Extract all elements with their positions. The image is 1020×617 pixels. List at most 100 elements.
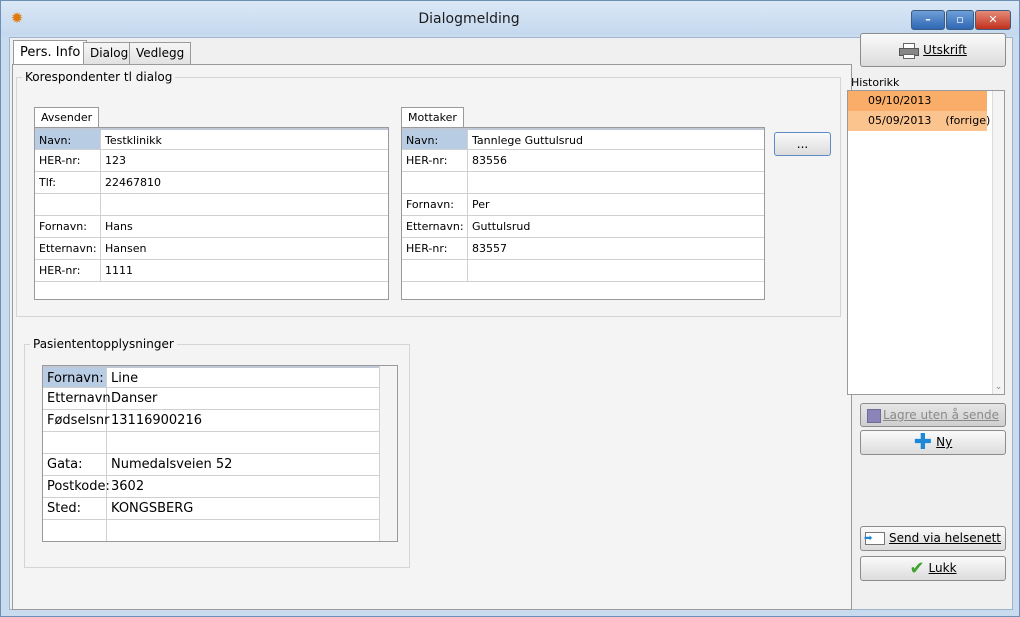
row-value[interactable]: 83557 bbox=[468, 238, 764, 259]
row-value[interactable]: 83556 bbox=[468, 150, 764, 171]
row-value[interactable]: Guttulsrud bbox=[468, 216, 764, 237]
row-value[interactable]: Hansen bbox=[101, 238, 388, 259]
row-value[interactable] bbox=[468, 172, 764, 193]
row-value[interactable] bbox=[107, 432, 379, 453]
table-row[interactable] bbox=[35, 194, 388, 216]
plus-icon: ✚ bbox=[913, 429, 933, 455]
row-label: Fornavn: bbox=[35, 216, 101, 237]
row-label: HER-nr: bbox=[35, 150, 101, 171]
table-row[interactable]: HER-nr: 1111 bbox=[35, 260, 388, 282]
table-row[interactable]: Etternavn: Guttulsrud bbox=[402, 216, 764, 238]
table-row[interactable]: Fornavn: Line bbox=[43, 366, 379, 388]
browse-button[interactable]: ... bbox=[774, 132, 831, 156]
row-value[interactable]: 1111 bbox=[101, 260, 388, 281]
lukk-label: Lukk bbox=[928, 561, 957, 575]
window-title: Dialogmelding bbox=[418, 11, 520, 27]
row-value[interactable]: KONGSBERG bbox=[107, 498, 379, 519]
table-row[interactable] bbox=[402, 172, 764, 194]
row-label: HER-nr: bbox=[402, 238, 468, 259]
lagre-label: Lagre uten å sende bbox=[882, 408, 1000, 422]
table-row[interactable]: Fornavn: Hans bbox=[35, 216, 388, 238]
table-row[interactable] bbox=[43, 432, 379, 454]
ny-label: Ny bbox=[936, 435, 953, 449]
table-row[interactable] bbox=[402, 260, 764, 282]
row-label bbox=[43, 432, 107, 453]
korrespondenter-title: Korespondenter tl dialog bbox=[22, 70, 176, 84]
table-row[interactable]: Navn: Testklinikk bbox=[35, 128, 388, 150]
row-value[interactable] bbox=[107, 520, 379, 541]
row-label bbox=[402, 260, 468, 281]
row-label: Navn: bbox=[35, 130, 101, 149]
table-row[interactable]: Postkode: 3602 bbox=[43, 476, 379, 498]
tab-vedlegg[interactable]: Vedlegg bbox=[129, 42, 192, 64]
row-value[interactable]: Hans bbox=[101, 216, 388, 237]
row-label: Fornavn: bbox=[402, 194, 468, 215]
pasient-title: Pasiententopplysninger bbox=[30, 337, 177, 351]
table-row[interactable]: HER-nr: 123 bbox=[35, 150, 388, 172]
row-value[interactable] bbox=[101, 194, 388, 215]
pasient-grid: Fornavn: Line Etternavn Danser Fødselsnr 1311… bbox=[42, 365, 398, 542]
table-row[interactable]: Fornavn: Per bbox=[402, 194, 764, 216]
historikk-item[interactable]: 05/09/2013 (forrige) bbox=[848, 111, 990, 131]
pers-info-page: Korespondenter tl dialog Avsender Navn: T… bbox=[12, 64, 852, 610]
avsender-tab[interactable]: Avsender bbox=[34, 107, 100, 127]
pasient-scrollbar[interactable] bbox=[379, 366, 397, 541]
table-row[interactable]: HER-nr: 83556 bbox=[402, 150, 764, 172]
table-row[interactable]: Tlf: 22467810 bbox=[35, 172, 388, 194]
row-value[interactable]: Line bbox=[107, 368, 379, 387]
korrespondenter-group: Korespondenter tl dialog Avsender Navn: T… bbox=[16, 70, 841, 317]
historikk-label: Historikk bbox=[851, 76, 900, 89]
close-window-button[interactable]: ✕ bbox=[975, 10, 1011, 30]
tab-dialog[interactable]: Dialog bbox=[83, 42, 136, 64]
envelope-icon: ➡ bbox=[864, 532, 885, 545]
table-row[interactable]: HER-nr: 83557 bbox=[402, 238, 764, 260]
lukk-button[interactable]: ✔ Lukk bbox=[860, 556, 1006, 581]
row-label: Gata: bbox=[43, 454, 107, 475]
row-label: Postkode: bbox=[43, 476, 110, 497]
row-value[interactable]: Per bbox=[468, 194, 764, 215]
minimize-button[interactable]: – bbox=[911, 10, 945, 30]
table-row[interactable] bbox=[43, 520, 379, 541]
utskrift-label: Utskrift bbox=[923, 43, 967, 57]
row-value[interactable]: Danser bbox=[107, 388, 379, 409]
historikk-item[interactable]: 09/10/2013 bbox=[848, 91, 987, 111]
save-disk-icon bbox=[866, 408, 881, 423]
historikk-list: 09/10/2013 05/09/2013 (forrige) ⌄ bbox=[847, 90, 1005, 395]
row-label: HER-nr: bbox=[402, 150, 468, 171]
row-value[interactable] bbox=[468, 260, 764, 281]
send-label: Send via helsenett bbox=[889, 531, 1001, 545]
row-value[interactable]: 22467810 bbox=[101, 172, 388, 193]
table-row[interactable]: Navn: Tannlege Guttulsrud bbox=[402, 128, 764, 150]
maximize-button[interactable]: ▫ bbox=[946, 10, 974, 30]
mottaker-grid: Navn: Tannlege Guttulsrud HER-nr: 83556 Forn… bbox=[401, 127, 765, 300]
row-label: Tlf: bbox=[35, 172, 101, 193]
row-value[interactable]: Numedalsveien 52 bbox=[107, 454, 379, 475]
row-label: Navn: bbox=[402, 130, 468, 149]
table-row[interactable]: Fødselsnr 13116900216 bbox=[43, 410, 379, 432]
row-value[interactable]: Tannlege Guttulsrud bbox=[468, 130, 764, 149]
send-button[interactable]: ➡ Send via helsenett bbox=[860, 526, 1006, 551]
tab-pers-info[interactable]: Pers. Info bbox=[13, 40, 88, 65]
printer-icon bbox=[899, 42, 920, 59]
row-label: Fornavn: bbox=[43, 368, 107, 387]
dialog-window: ✹ Dialogmelding – ▫ ✕ Pers. Info Dialog … bbox=[0, 0, 1020, 617]
row-value[interactable]: 3602 bbox=[107, 476, 379, 497]
row-value[interactable]: Testklinikk bbox=[101, 130, 388, 149]
utskrift-button[interactable]: Utskrift bbox=[860, 33, 1006, 67]
table-row[interactable]: Sted: KONGSBERG bbox=[43, 498, 379, 520]
scroll-down-icon[interactable]: ⌄ bbox=[993, 382, 1004, 392]
row-label: Etternavn: bbox=[35, 238, 101, 259]
row-value[interactable]: 123 bbox=[101, 150, 388, 171]
ny-button[interactable]: ✚ Ny bbox=[860, 430, 1006, 455]
lagre-button[interactable]: Lagre uten å sende bbox=[860, 403, 1006, 427]
row-label: Etternavn: bbox=[402, 216, 468, 237]
table-row[interactable]: Etternavn Danser bbox=[43, 388, 379, 410]
row-value[interactable]: 13116900216 bbox=[107, 410, 379, 431]
pasient-group: Pasiententopplysninger Fornavn: Line Etter… bbox=[24, 337, 410, 568]
historikk-scrollbar[interactable]: ⌄ bbox=[992, 91, 1004, 394]
title-bar: ✹ Dialogmelding – ▫ ✕ bbox=[1, 1, 1019, 35]
mottaker-tab[interactable]: Mottaker bbox=[401, 107, 464, 127]
checkmark-icon: ✔ bbox=[909, 558, 925, 579]
table-row[interactable]: Gata: Numedalsveien 52 bbox=[43, 454, 379, 476]
table-row[interactable]: Etternavn: Hansen bbox=[35, 238, 388, 260]
